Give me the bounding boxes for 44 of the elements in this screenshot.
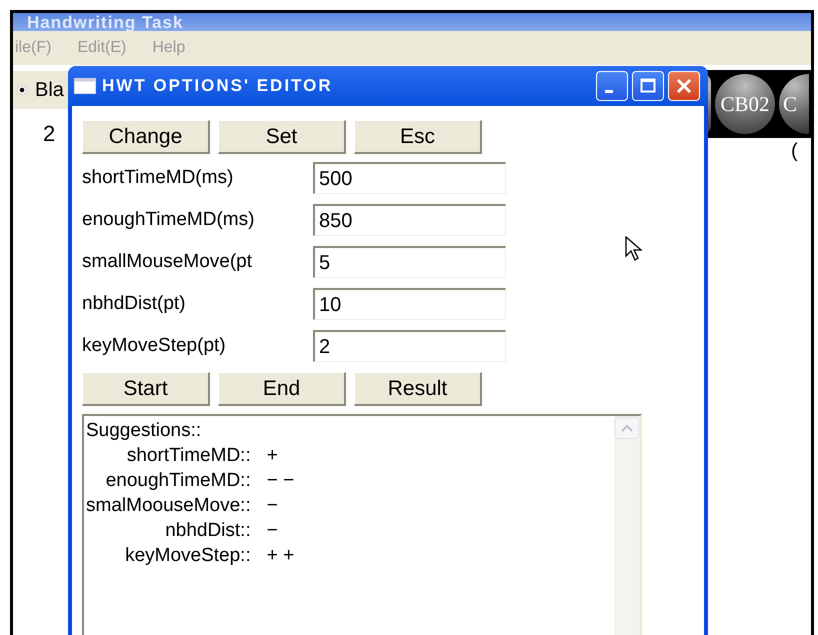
minimize-icon <box>605 90 613 92</box>
suggestion-name: shortTimeMD:: <box>126 444 251 468</box>
value-text: 2 <box>42 121 56 147</box>
suggestions-box[interactable]: Suggestions:: shortTimeMD:: + enoughTimeMD:: − − smalMoouseMove:: − nbhdDist:: − keyMoveStep:: + + <box>82 414 642 635</box>
round-button[interactable]: C <box>779 74 809 134</box>
suggestion-name: keyMoveStep:: <box>124 544 251 568</box>
maximize-button[interactable] <box>632 71 664 101</box>
suggestion-mark: + <box>266 444 279 468</box>
minimize-button[interactable] <box>596 71 628 101</box>
field-label: enoughTimeMD(ms) <box>82 209 256 231</box>
scrollbar[interactable] <box>614 416 640 635</box>
field-label: nbhdDist(pt) <box>82 293 186 315</box>
dialog-button[interactable]: End <box>218 372 346 406</box>
chevron-up-icon <box>621 424 633 432</box>
dialog-button[interactable]: Esc <box>354 120 482 154</box>
suggestion-mark: − <box>266 519 279 543</box>
suggestion-name: smalMoouseMove:: <box>86 494 251 518</box>
input-field[interactable]: 2 <box>313 330 506 362</box>
window-icon <box>74 78 96 94</box>
close-icon <box>676 78 692 94</box>
dialog-button[interactable]: Start <box>82 372 210 406</box>
suggestion-mark: + + <box>266 544 296 568</box>
dialog-title: HWT OPTIONS' EDITOR <box>102 76 333 96</box>
suggestion-mark: − <box>266 494 279 518</box>
suggestion-mark: − − <box>266 469 296 493</box>
maximize-icon <box>640 78 656 94</box>
close-button[interactable] <box>668 71 700 101</box>
input-field[interactable]: 10 <box>313 288 506 320</box>
input-field[interactable]: 500 <box>313 162 506 194</box>
suggestion-name: enoughTimeMD:: <box>104 469 251 493</box>
field-label: shortTimeMD(ms) <box>82 167 234 189</box>
input-field[interactable]: 5 <box>313 246 506 278</box>
field-label: keyMoveStep(pt) <box>82 335 227 357</box>
dialog-button[interactable]: Set <box>218 120 346 154</box>
mouse-pointer-icon <box>625 236 645 262</box>
dialog-button[interactable]: Result <box>354 372 482 406</box>
dialog-button[interactable]: Change <box>82 120 210 154</box>
input-field[interactable]: 850 <box>313 204 506 236</box>
paren-text: ( <box>791 140 798 163</box>
field-label: smallMouseMove(pt <box>82 251 253 273</box>
radio-icon[interactable] <box>17 85 27 95</box>
suggestion-name: nbhdDist:: <box>164 519 251 543</box>
suggestions-header: Suggestions:: <box>86 419 202 443</box>
round-button[interactable]: CB02 <box>715 74 775 134</box>
